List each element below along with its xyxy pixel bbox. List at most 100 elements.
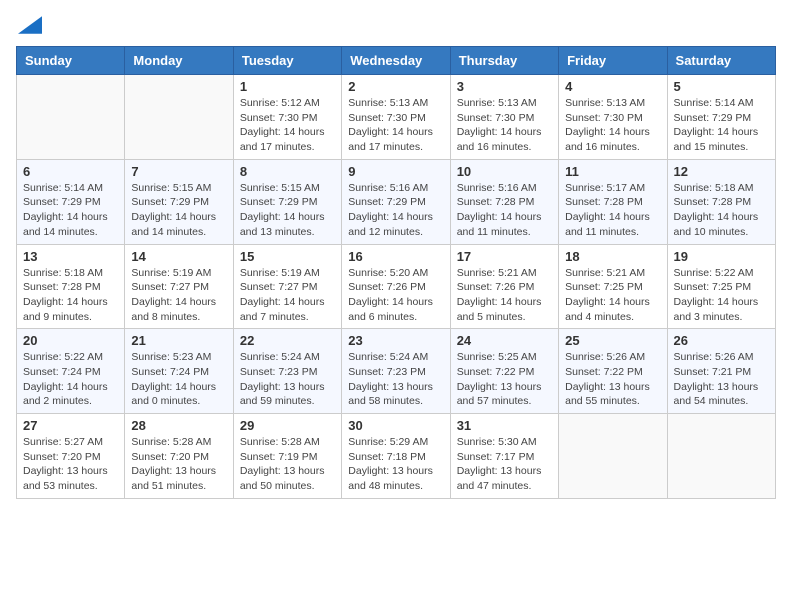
day-info: Sunrise: 5:14 AM Sunset: 7:29 PM Dayligh… bbox=[674, 96, 769, 155]
day-info: Sunrise: 5:21 AM Sunset: 7:25 PM Dayligh… bbox=[565, 266, 660, 325]
calendar-cell: 8 Sunrise: 5:15 AM Sunset: 7:29 PM Daylig… bbox=[233, 159, 341, 244]
day-number: 6 bbox=[23, 164, 118, 179]
calendar-cell: 2Sunrise: 5:13 AM Sunset: 7:30 PM Daylig… bbox=[342, 75, 450, 160]
day-info: Sunrise: 5:13 AM Sunset: 7:30 PM Dayligh… bbox=[457, 96, 552, 155]
calendar-cell: 27Sunrise: 5:27 AM Sunset: 7:20 PM Dayli… bbox=[17, 414, 125, 499]
day-number: 8 bbox=[240, 164, 335, 179]
calendar-week-4: 20 Sunrise: 5:22 AM Sunset: 7:24 PM Dayli… bbox=[17, 329, 776, 414]
day-number: 4 bbox=[565, 79, 660, 94]
day-info: Sunrise: 5:15 AM Sunset: 7:29 PM Dayligh… bbox=[240, 181, 335, 240]
day-number: 13 bbox=[23, 249, 118, 264]
day-info: Sunrise: 5:30 AM Sunset: 7:17 PM Dayligh… bbox=[457, 435, 552, 494]
calendar-header-row: SundayMondayTuesdayWednesdayThursdayFrid… bbox=[17, 47, 776, 75]
logo bbox=[16, 16, 42, 34]
day-info: Sunrise: 5:16 AM Sunset: 7:28 PM Dayligh… bbox=[457, 181, 552, 240]
day-number: 16 bbox=[348, 249, 443, 264]
day-info: Sunrise: 5:28 AM Sunset: 7:19 PM Dayligh… bbox=[240, 435, 335, 494]
day-info: Sunrise: 5:13 AM Sunset: 7:30 PM Dayligh… bbox=[348, 96, 443, 155]
calendar-cell: 7 Sunrise: 5:15 AM Sunset: 7:29 PM Daylig… bbox=[125, 159, 233, 244]
day-number: 25 bbox=[565, 333, 660, 348]
calendar-cell: 4 Sunrise: 5:13 AM Sunset: 7:30 PM Daylig… bbox=[559, 75, 667, 160]
day-info: Sunrise: 5:12 AM Sunset: 7:30 PM Dayligh… bbox=[240, 96, 335, 155]
calendar-cell: 29 Sunrise: 5:28 AM Sunset: 7:19 PM Dayli… bbox=[233, 414, 341, 499]
day-info: Sunrise: 5:27 AM Sunset: 7:20 PM Dayligh… bbox=[23, 435, 118, 494]
day-number: 9 bbox=[348, 164, 443, 179]
calendar-cell: 30 Sunrise: 5:29 AM Sunset: 7:18 PM Dayli… bbox=[342, 414, 450, 499]
calendar-cell: 28Sunrise: 5:28 AM Sunset: 7:20 PM Dayli… bbox=[125, 414, 233, 499]
day-info: Sunrise: 5:16 AM Sunset: 7:29 PM Dayligh… bbox=[348, 181, 443, 240]
calendar-cell: 21 Sunrise: 5:23 AM Sunset: 7:24 PM Dayli… bbox=[125, 329, 233, 414]
day-info: Sunrise: 5:13 AM Sunset: 7:30 PM Dayligh… bbox=[565, 96, 660, 155]
day-header-friday: Friday bbox=[559, 47, 667, 75]
calendar-cell: 20 Sunrise: 5:22 AM Sunset: 7:24 PM Dayli… bbox=[17, 329, 125, 414]
calendar-cell: 16Sunrise: 5:20 AM Sunset: 7:26 PM Dayli… bbox=[342, 244, 450, 329]
calendar-cell bbox=[559, 414, 667, 499]
calendar-cell bbox=[17, 75, 125, 160]
day-number: 21 bbox=[131, 333, 226, 348]
day-number: 19 bbox=[674, 249, 769, 264]
day-number: 1 bbox=[240, 79, 335, 94]
calendar-week-5: 27Sunrise: 5:27 AM Sunset: 7:20 PM Dayli… bbox=[17, 414, 776, 499]
day-info: Sunrise: 5:21 AM Sunset: 7:26 PM Dayligh… bbox=[457, 266, 552, 325]
day-number: 10 bbox=[457, 164, 552, 179]
day-info: Sunrise: 5:28 AM Sunset: 7:20 PM Dayligh… bbox=[131, 435, 226, 494]
calendar-cell: 3 Sunrise: 5:13 AM Sunset: 7:30 PM Daylig… bbox=[450, 75, 558, 160]
day-number: 24 bbox=[457, 333, 552, 348]
calendar-cell: 5 Sunrise: 5:14 AM Sunset: 7:29 PM Daylig… bbox=[667, 75, 775, 160]
day-info: Sunrise: 5:24 AM Sunset: 7:23 PM Dayligh… bbox=[240, 350, 335, 409]
day-header-monday: Monday bbox=[125, 47, 233, 75]
calendar-table: SundayMondayTuesdayWednesdayThursdayFrid… bbox=[16, 46, 776, 499]
calendar-week-2: 6Sunrise: 5:14 AM Sunset: 7:29 PM Daylig… bbox=[17, 159, 776, 244]
day-header-tuesday: Tuesday bbox=[233, 47, 341, 75]
day-info: Sunrise: 5:22 AM Sunset: 7:24 PM Dayligh… bbox=[23, 350, 118, 409]
day-number: 29 bbox=[240, 418, 335, 433]
day-info: Sunrise: 5:17 AM Sunset: 7:28 PM Dayligh… bbox=[565, 181, 660, 240]
calendar-week-1: 1 Sunrise: 5:12 AM Sunset: 7:30 PM Daylig… bbox=[17, 75, 776, 160]
calendar-cell: 11 Sunrise: 5:17 AM Sunset: 7:28 PM Dayli… bbox=[559, 159, 667, 244]
calendar-cell: 23 Sunrise: 5:24 AM Sunset: 7:23 PM Dayli… bbox=[342, 329, 450, 414]
day-info: Sunrise: 5:19 AM Sunset: 7:27 PM Dayligh… bbox=[240, 266, 335, 325]
calendar-cell: 22 Sunrise: 5:24 AM Sunset: 7:23 PM Dayli… bbox=[233, 329, 341, 414]
day-number: 7 bbox=[131, 164, 226, 179]
day-number: 26 bbox=[674, 333, 769, 348]
day-info: Sunrise: 5:23 AM Sunset: 7:24 PM Dayligh… bbox=[131, 350, 226, 409]
day-info: Sunrise: 5:15 AM Sunset: 7:29 PM Dayligh… bbox=[131, 181, 226, 240]
calendar-week-3: 13 Sunrise: 5:18 AM Sunset: 7:28 PM Dayli… bbox=[17, 244, 776, 329]
day-number: 15 bbox=[240, 249, 335, 264]
calendar-cell bbox=[667, 414, 775, 499]
day-header-sunday: Sunday bbox=[17, 47, 125, 75]
day-info: Sunrise: 5:24 AM Sunset: 7:23 PM Dayligh… bbox=[348, 350, 443, 409]
calendar-cell: 18 Sunrise: 5:21 AM Sunset: 7:25 PM Dayli… bbox=[559, 244, 667, 329]
day-number: 18 bbox=[565, 249, 660, 264]
calendar-cell: 24 Sunrise: 5:25 AM Sunset: 7:22 PM Dayli… bbox=[450, 329, 558, 414]
day-header-thursday: Thursday bbox=[450, 47, 558, 75]
day-number: 14 bbox=[131, 249, 226, 264]
day-number: 31 bbox=[457, 418, 552, 433]
calendar-cell: 26Sunrise: 5:26 AM Sunset: 7:21 PM Dayli… bbox=[667, 329, 775, 414]
day-info: Sunrise: 5:19 AM Sunset: 7:27 PM Dayligh… bbox=[131, 266, 226, 325]
day-number: 22 bbox=[240, 333, 335, 348]
calendar-cell: 6Sunrise: 5:14 AM Sunset: 7:29 PM Daylig… bbox=[17, 159, 125, 244]
day-info: Sunrise: 5:18 AM Sunset: 7:28 PM Dayligh… bbox=[23, 266, 118, 325]
calendar-cell: 14 Sunrise: 5:19 AM Sunset: 7:27 PM Dayli… bbox=[125, 244, 233, 329]
calendar-cell: 25Sunrise: 5:26 AM Sunset: 7:22 PM Dayli… bbox=[559, 329, 667, 414]
day-number: 23 bbox=[348, 333, 443, 348]
day-number: 5 bbox=[674, 79, 769, 94]
calendar-cell: 19Sunrise: 5:22 AM Sunset: 7:25 PM Dayli… bbox=[667, 244, 775, 329]
day-number: 11 bbox=[565, 164, 660, 179]
calendar-cell: 9 Sunrise: 5:16 AM Sunset: 7:29 PM Daylig… bbox=[342, 159, 450, 244]
day-number: 30 bbox=[348, 418, 443, 433]
day-info: Sunrise: 5:25 AM Sunset: 7:22 PM Dayligh… bbox=[457, 350, 552, 409]
day-info: Sunrise: 5:18 AM Sunset: 7:28 PM Dayligh… bbox=[674, 181, 769, 240]
calendar-cell: 13 Sunrise: 5:18 AM Sunset: 7:28 PM Dayli… bbox=[17, 244, 125, 329]
calendar-cell bbox=[125, 75, 233, 160]
day-number: 3 bbox=[457, 79, 552, 94]
calendar-cell: 12Sunrise: 5:18 AM Sunset: 7:28 PM Dayli… bbox=[667, 159, 775, 244]
calendar-cell: 31 Sunrise: 5:30 AM Sunset: 7:17 PM Dayli… bbox=[450, 414, 558, 499]
calendar-cell: 1 Sunrise: 5:12 AM Sunset: 7:30 PM Daylig… bbox=[233, 75, 341, 160]
day-number: 17 bbox=[457, 249, 552, 264]
day-number: 20 bbox=[23, 333, 118, 348]
logo-icon bbox=[18, 16, 42, 34]
day-info: Sunrise: 5:29 AM Sunset: 7:18 PM Dayligh… bbox=[348, 435, 443, 494]
calendar-cell: 17 Sunrise: 5:21 AM Sunset: 7:26 PM Dayli… bbox=[450, 244, 558, 329]
